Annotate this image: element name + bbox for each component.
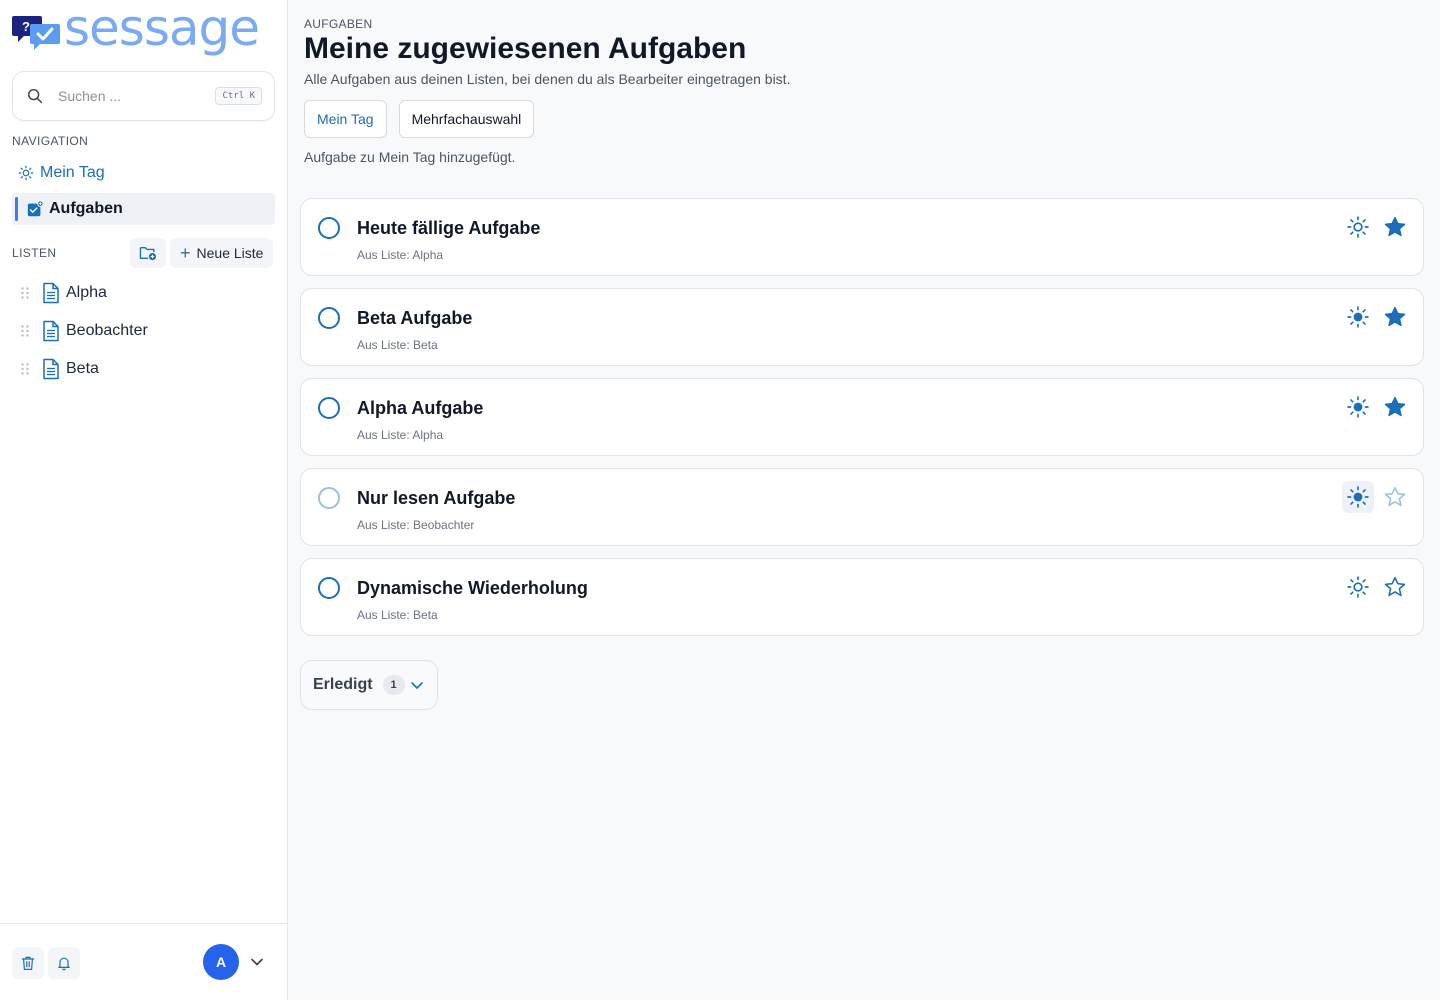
- toolbar: Mein Tag Mehrfachauswahl: [304, 100, 535, 138]
- star-icon: [1384, 306, 1406, 327]
- page-eyebrow: AUFGABEN: [304, 17, 373, 31]
- new-folder-button[interactable]: [130, 238, 166, 268]
- sun-icon: [1347, 216, 1369, 238]
- trash-icon: [21, 956, 35, 970]
- document-icon: [43, 358, 59, 380]
- task-source-list: Aus Liste: Beta: [357, 338, 438, 352]
- sun-icon: [18, 165, 34, 181]
- add-to-my-day-button[interactable]: [1342, 571, 1374, 603]
- task-complete-checkbox[interactable]: [318, 577, 340, 599]
- search-box[interactable]: Ctrl K: [12, 71, 275, 121]
- drag-handle-icon[interactable]: [20, 286, 30, 300]
- mark-important-button[interactable]: [1379, 391, 1411, 423]
- plus-icon: +: [180, 243, 191, 263]
- task-card[interactable]: Alpha Aufgabe Aus Liste: Alpha: [300, 378, 1424, 456]
- bell-icon: [58, 957, 70, 971]
- task-source-list: Aus Liste: Beta: [357, 608, 438, 622]
- sun-icon: [1347, 396, 1369, 418]
- sidebar-item-my-day[interactable]: Mein Tag: [12, 157, 275, 189]
- search-input[interactable]: [58, 88, 208, 104]
- chevron-down-icon[interactable]: [250, 955, 264, 969]
- drag-handle-icon[interactable]: [20, 324, 30, 338]
- trash-button[interactable]: [12, 947, 44, 979]
- task-source-list: Aus Liste: Alpha: [357, 248, 444, 262]
- mark-important-button[interactable]: [1379, 301, 1411, 333]
- page-subtitle: Alle Aufgaben aus deinen Listen, bei den…: [304, 71, 791, 87]
- add-to-my-day-button[interactable]: [1342, 481, 1374, 513]
- sidebar-footer: A: [0, 923, 287, 1000]
- task-complete-checkbox[interactable]: [318, 397, 340, 419]
- document-icon: [43, 320, 59, 342]
- logo-question-glyph: ?: [22, 19, 30, 34]
- list-item-label: Beobachter: [66, 322, 148, 339]
- mark-important-button[interactable]: [1379, 481, 1411, 513]
- sidebar-item-tasks[interactable]: Aufgaben: [12, 193, 275, 225]
- search-icon: [27, 88, 43, 104]
- chevron-down-icon: [410, 682, 423, 689]
- star-icon: [1384, 576, 1406, 597]
- task-title: Dynamische Wiederholung: [357, 578, 588, 598]
- brand-logo[interactable]: ? sessage: [12, 0, 260, 58]
- brand-name: sessage: [64, 0, 260, 57]
- task-title: Nur lesen Aufgabe: [357, 488, 516, 508]
- drag-handle-icon[interactable]: [20, 362, 30, 376]
- status-message: Aufgabe zu Mein Tag hinzugefügt.: [304, 149, 516, 165]
- sun-icon: [1347, 486, 1369, 508]
- tasks-icon: [27, 200, 44, 217]
- task-title: Alpha Aufgabe: [357, 398, 484, 418]
- list-item-label: Alpha: [66, 284, 107, 301]
- add-to-my-day-button[interactable]: [1342, 301, 1374, 333]
- add-to-my-day-button[interactable]: [1342, 211, 1374, 243]
- sidebar-item-label: Mein Tag: [40, 164, 105, 181]
- mark-important-button[interactable]: [1379, 571, 1411, 603]
- task-card[interactable]: Dynamische Wiederholung Aus Liste: Beta: [300, 558, 1424, 636]
- task-title: Beta Aufgabe: [357, 308, 473, 328]
- mark-important-button[interactable]: [1379, 211, 1411, 243]
- list-item-beobachter[interactable]: Beobachter: [20, 315, 275, 347]
- task-card[interactable]: Heute fällige Aufgabe Aus Liste: Alpha: [300, 198, 1424, 276]
- notifications-button[interactable]: [48, 947, 80, 979]
- task-source-list: Aus Liste: Beobachter: [357, 518, 475, 532]
- task-card[interactable]: Beta Aufgabe Aus Liste: Beta: [300, 288, 1424, 366]
- multi-select-button[interactable]: Mehrfachauswahl: [398, 100, 535, 138]
- task-title: Heute fällige Aufgabe: [357, 218, 541, 238]
- task-card[interactable]: Nur lesen Aufgabe Aus Liste: Beobachter: [300, 468, 1424, 546]
- sidebar: ? sessage Ctrl K NAVIGATION Mein Tag: [0, 0, 288, 1000]
- document-icon: [43, 282, 59, 304]
- user-avatar[interactable]: A: [203, 944, 239, 980]
- new-list-label: Neue Liste: [196, 245, 264, 261]
- folder-add-icon: [139, 247, 156, 261]
- completed-count-badge: 1: [382, 675, 405, 695]
- completed-label: Erledigt: [313, 676, 373, 693]
- lists-section-label: LISTEN: [12, 246, 57, 260]
- star-icon: [1384, 216, 1406, 237]
- my-day-button[interactable]: Mein Tag: [304, 100, 387, 138]
- list-item-beta[interactable]: Beta: [20, 353, 275, 385]
- list-item-label: Beta: [66, 360, 99, 377]
- task-complete-checkbox[interactable]: [318, 217, 340, 239]
- logo-mark-icon: ?: [12, 12, 62, 52]
- new-list-button[interactable]: + Neue Liste: [170, 238, 274, 268]
- sidebar-item-label: Aufgaben: [49, 200, 123, 217]
- sun-icon: [1347, 576, 1369, 598]
- search-shortcut-badge: Ctrl K: [215, 87, 262, 105]
- task-complete-checkbox[interactable]: [318, 487, 340, 509]
- add-to-my-day-button[interactable]: [1342, 391, 1374, 423]
- lists-actions: + Neue Liste: [130, 238, 274, 268]
- page-title: Meine zugewiesenen Aufgaben: [304, 32, 747, 65]
- task-complete-checkbox[interactable]: [318, 307, 340, 329]
- sun-icon: [1347, 306, 1369, 328]
- navigation-section-label: NAVIGATION: [12, 134, 89, 148]
- list-item-alpha[interactable]: Alpha: [20, 277, 275, 309]
- main-content: AUFGABEN Meine zugewiesenen Aufgaben All…: [288, 0, 1440, 1000]
- task-source-list: Aus Liste: Alpha: [357, 428, 444, 442]
- completed-toggle-button[interactable]: Erledigt 1: [300, 660, 438, 710]
- star-icon: [1384, 486, 1406, 507]
- star-icon: [1384, 396, 1406, 417]
